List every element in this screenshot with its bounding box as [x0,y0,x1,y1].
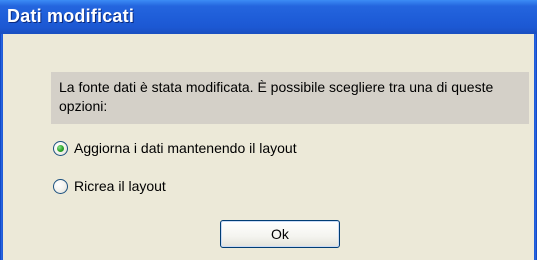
option-recreate-layout-label[interactable]: Ricrea il layout [74,178,166,194]
option-keep-layout-label[interactable]: Aggiorna i dati mantenendo il layout [74,140,297,156]
option-recreate-layout[interactable]: Ricrea il layout [53,176,166,196]
ok-button[interactable]: Ok [220,220,340,248]
dialog-title: Dati modificati [7,6,135,26]
title-bar[interactable]: Dati modificati [0,0,537,34]
option-keep-layout[interactable]: Aggiorna i dati mantenendo il layout [53,138,297,158]
dialog-window: Dati modificati La fonte dati è stata mo… [0,0,537,260]
radio-button-unchecked[interactable] [53,178,68,194]
window-border-left [0,34,3,260]
message-text: La fonte dati è stata modificata. È poss… [59,79,494,114]
message-panel: La fonte dati è stata modificata. È poss… [51,72,529,124]
radio-button-checked[interactable] [53,140,68,156]
